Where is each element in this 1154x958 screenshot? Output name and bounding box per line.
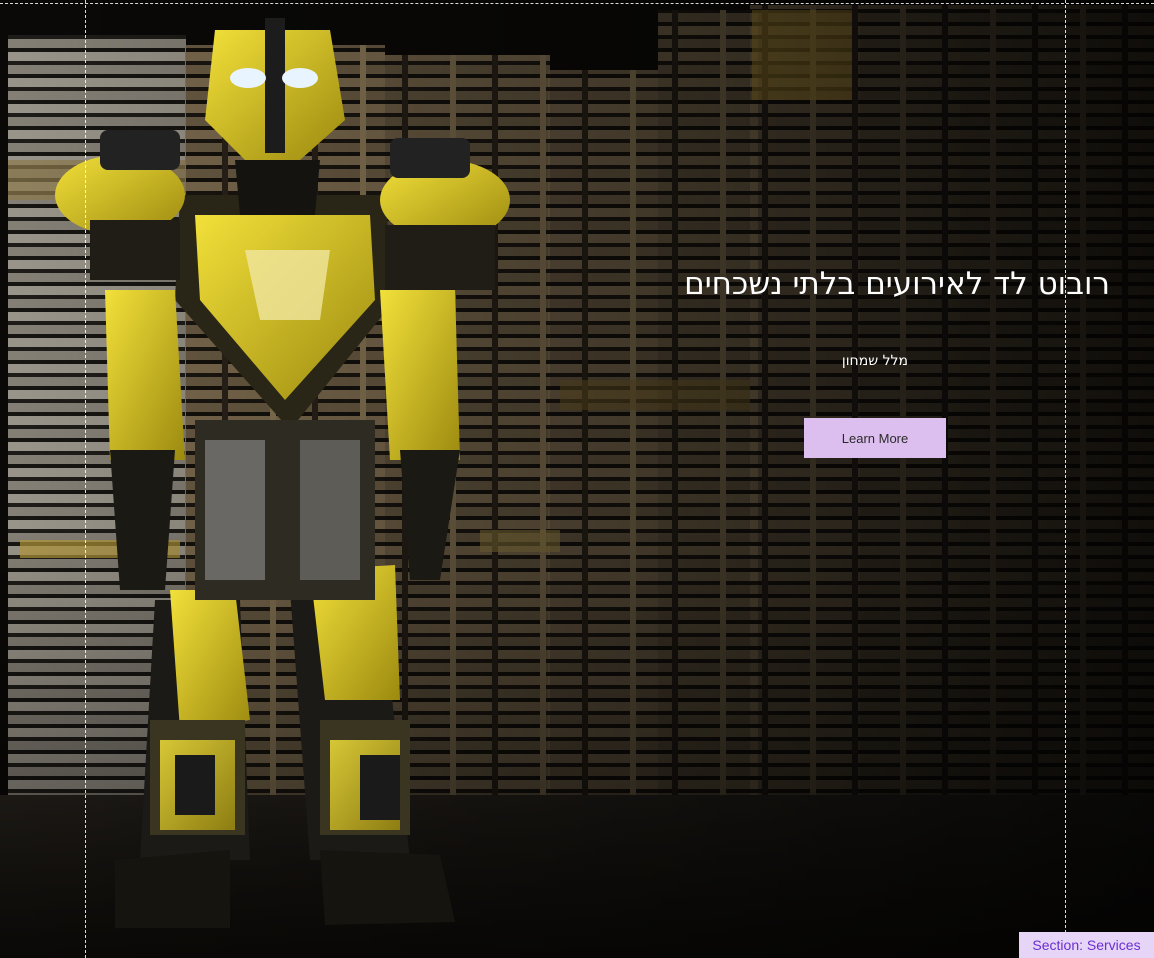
services-section: רובוט לד לאירועים בלתי נשכחים מלל שמחון …	[0, 0, 1154, 958]
hero-title: רובוט לד לאירועים בלתי נשכחים	[684, 266, 1110, 302]
editor-guide-left	[85, 0, 86, 958]
editor-guide-right	[1065, 0, 1066, 958]
section-services-label[interactable]: Section: Services	[1019, 932, 1154, 958]
editor-guide-top	[0, 3, 1154, 4]
learn-more-button[interactable]: Learn More	[804, 418, 946, 458]
hero-subtitle: מלל שמחון	[841, 353, 908, 369]
hero-background-image	[0, 0, 1154, 958]
